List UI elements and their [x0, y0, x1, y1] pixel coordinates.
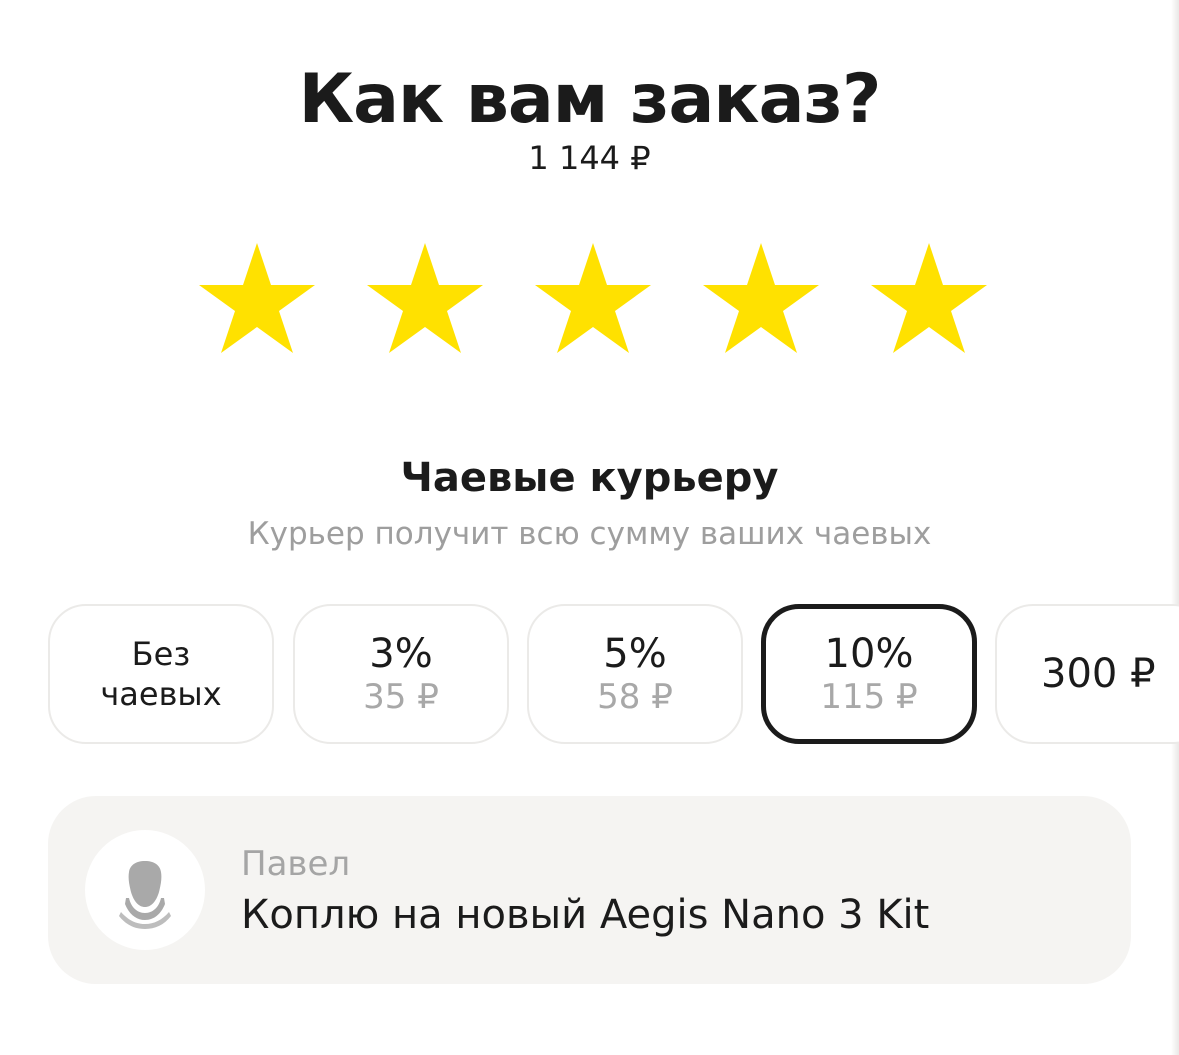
page-title: Как вам заказ?: [298, 60, 882, 139]
courier-avatar: [85, 830, 205, 950]
order-rating-screen: Как вам заказ? 1 144 ₽ Чаевые курьеру Ку…: [0, 0, 1179, 1055]
star-1-icon[interactable]: [197, 240, 317, 356]
tip-option-3-percent[interactable]: 3% 35 ₽: [293, 604, 509, 744]
tip-option-300-rub[interactable]: 300 ₽: [995, 604, 1179, 744]
star-2-icon[interactable]: [365, 240, 485, 356]
tip-option-label: 300 ₽: [1041, 651, 1156, 697]
courier-name: Павел: [241, 844, 351, 884]
tip-option-none[interactable]: Без чаевых: [48, 604, 274, 744]
star-4-icon[interactable]: [701, 240, 821, 356]
tips-subtitle: Курьер получит всю сумму ваших чаевых: [247, 516, 932, 552]
tip-option-amount: 58 ₽: [597, 677, 673, 717]
star-3-icon[interactable]: [533, 240, 653, 356]
tip-option-5-percent[interactable]: 5% 58 ₽: [527, 604, 743, 744]
tip-option-label: 5%: [603, 631, 667, 677]
tip-option-amount: 35 ₽: [363, 677, 439, 717]
person-icon: [119, 861, 171, 929]
tip-option-10-percent[interactable]: 10% 115 ₽: [761, 604, 977, 744]
tip-option-label: 3%: [369, 631, 433, 677]
tip-option-amount: 115 ₽: [820, 677, 918, 717]
courier-message: Коплю на новый Aegis Nano 3 Kit: [241, 892, 930, 938]
star-5-icon[interactable]: [869, 240, 989, 356]
tips-title: Чаевые курьеру: [400, 455, 779, 501]
tip-option-label: 10%: [824, 631, 914, 677]
courier-card: Павел Коплю на новый Aegis Nano 3 Kit: [48, 796, 1131, 984]
tip-option-label: Без чаевых: [100, 635, 222, 713]
rating-stars: [0, 240, 1179, 356]
order-total: 1 144 ₽: [528, 139, 651, 177]
